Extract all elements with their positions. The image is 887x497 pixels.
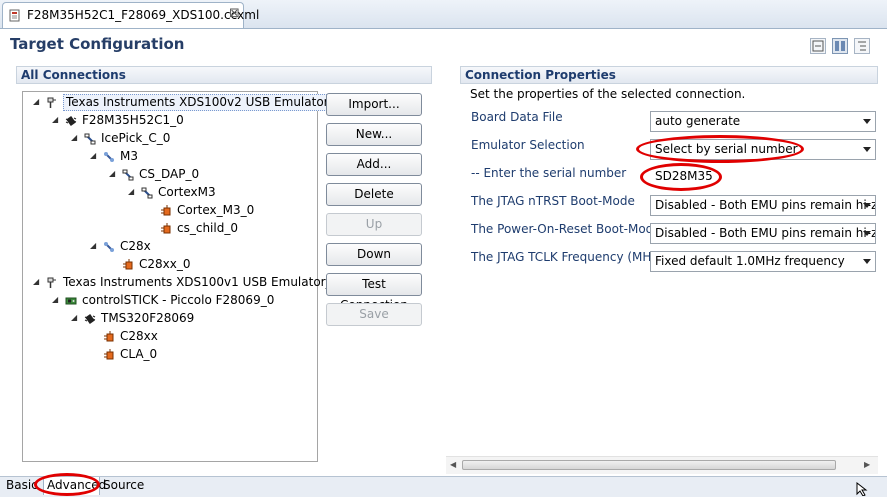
tree-node-label: C28xx_0 [139, 257, 191, 271]
tree-expand-icon[interactable]: ◢ [128, 183, 138, 201]
property-label: The Power-On-Reset Boot-Mode [471, 222, 661, 236]
all-connections-header: All Connections [16, 66, 432, 84]
tree-node-label: C28x [120, 239, 151, 253]
tree-node-label: Texas Instruments XDS100v2 USB Emulator_… [63, 94, 346, 111]
tree-expand-icon[interactable]: ◢ [33, 273, 43, 291]
new-button[interactable]: New... [326, 123, 422, 146]
board-icon [65, 294, 77, 306]
property-combo-value: Fixed default 1.0MHz frequency [655, 254, 845, 268]
property-combo-value: Disabled - Both EMU pins remain hi-z [655, 226, 876, 240]
tree-node-label: IcePick_C_0 [101, 131, 171, 145]
up-button[interactable]: Up [326, 213, 422, 236]
chevron-down-icon[interactable] [863, 231, 871, 236]
cpu-icon [160, 204, 172, 216]
connection-properties-description: Set the properties of the selected conne… [470, 87, 746, 101]
test-connection-button[interactable]: Test Connection [326, 273, 422, 312]
property-combo[interactable]: auto generate [650, 111, 876, 132]
save-button[interactable]: Save [326, 303, 422, 326]
property-label: -- Enter the serial number [471, 166, 627, 180]
tree-node-label: controlSTICK - Piccolo F28069_0 [82, 293, 275, 307]
tree-expand-icon[interactable]: ◢ [109, 165, 119, 183]
cpu-icon [103, 348, 115, 360]
tree-node-label: cs_child_0 [177, 221, 238, 235]
property-label: The JTAG nTRST Boot-Mode [471, 194, 635, 208]
subpath-icon [103, 150, 115, 162]
router-icon [122, 168, 134, 181]
tree-expand-icon[interactable]: ◢ [52, 111, 62, 129]
tree-node-label: CLA_0 [120, 347, 158, 361]
connections-tree[interactable]: ◢ Texas Instruments XDS100v2 USB Emulator… [22, 91, 346, 462]
tree-expand-icon[interactable]: ◢ [71, 129, 81, 147]
tree-expand-icon[interactable]: ◢ [33, 93, 43, 111]
tree-node-label: CortexM3 [158, 185, 216, 199]
delete-button[interactable]: Delete [326, 183, 422, 206]
tree-node-label: M3 [120, 149, 138, 163]
tree-node-label: CS_DAP_0 [139, 167, 200, 181]
scrollbar-thumb[interactable] [462, 460, 836, 470]
property-label: Emulator Selection [471, 138, 585, 152]
emulator-probe-icon [46, 276, 58, 288]
list-layout-icon[interactable] [854, 38, 870, 54]
cpu-icon [160, 222, 172, 234]
chip-icon [84, 312, 96, 324]
property-label: Board Data File [471, 110, 563, 124]
tree-node-label: F28M35H52C1_0 [82, 113, 184, 127]
router-icon [141, 186, 153, 199]
router-icon [84, 132, 96, 145]
property-label: The JTAG TCLK Frequency (MHz) [471, 250, 663, 264]
chevron-down-icon[interactable] [863, 119, 871, 124]
property-combo-value: auto generate [655, 114, 741, 128]
import-button[interactable]: Import... [326, 93, 422, 116]
connection-properties-header: Connection Properties [460, 66, 878, 84]
collapse-all-icon[interactable] [810, 38, 826, 54]
tree-node-label: Cortex_M3_0 [177, 203, 255, 217]
highlight-ring-serial-number [640, 163, 722, 191]
property-combo-value: Disabled - Both EMU pins remain hi-z [655, 198, 876, 212]
property-combo[interactable]: Disabled - Both EMU pins remain hi-z [650, 223, 876, 244]
property-combo[interactable]: Fixed default 1.0MHz frequency [650, 251, 876, 272]
editor-tab[interactable]: F28M35H52C1_F28069_XDS100.ccxml ⊠ [2, 2, 259, 28]
add-button[interactable]: Add... [326, 153, 422, 176]
tree-expand-icon[interactable]: ◢ [90, 237, 100, 255]
tree-node-label: C28xx [120, 329, 158, 343]
tree-expand-icon[interactable]: ◢ [90, 147, 100, 165]
down-button[interactable]: Down [326, 243, 422, 266]
page-title: Target Configuration [10, 35, 185, 53]
chevron-down-icon[interactable] [863, 259, 871, 264]
mouse-cursor-icon [856, 482, 868, 496]
chevron-down-icon[interactable] [863, 147, 871, 152]
cpu-icon [122, 258, 134, 270]
emulator-probe-icon [46, 96, 58, 108]
chip-icon [65, 114, 77, 126]
split-layout-icon[interactable] [832, 38, 848, 54]
editor-tab-label: F28M35H52C1_F28069_XDS100.ccxml [27, 8, 260, 22]
chevron-down-icon[interactable] [863, 203, 871, 208]
scroll-left-icon[interactable]: ◀ [450, 460, 456, 469]
tree-node-label: TMS320F28069 [101, 311, 195, 325]
property-combo[interactable]: Disabled - Both EMU pins remain hi-z [650, 195, 876, 216]
tree-node-label: Texas Instruments XDS100v1 USB Emulator_… [63, 275, 340, 289]
subpath-icon [103, 240, 115, 252]
tree-expand-icon[interactable]: ◢ [52, 291, 62, 309]
config-file-icon [9, 9, 20, 22]
highlight-ring-emulator-selection [636, 135, 804, 163]
cpu-icon [103, 330, 115, 342]
highlight-ring-advanced-tab [34, 473, 100, 496]
tab-source[interactable]: Source [100, 477, 144, 495]
scroll-right-icon[interactable]: ▶ [864, 460, 870, 469]
close-icon[interactable]: ⊠ [229, 6, 240, 21]
tree-expand-icon[interactable]: ◢ [71, 309, 81, 327]
